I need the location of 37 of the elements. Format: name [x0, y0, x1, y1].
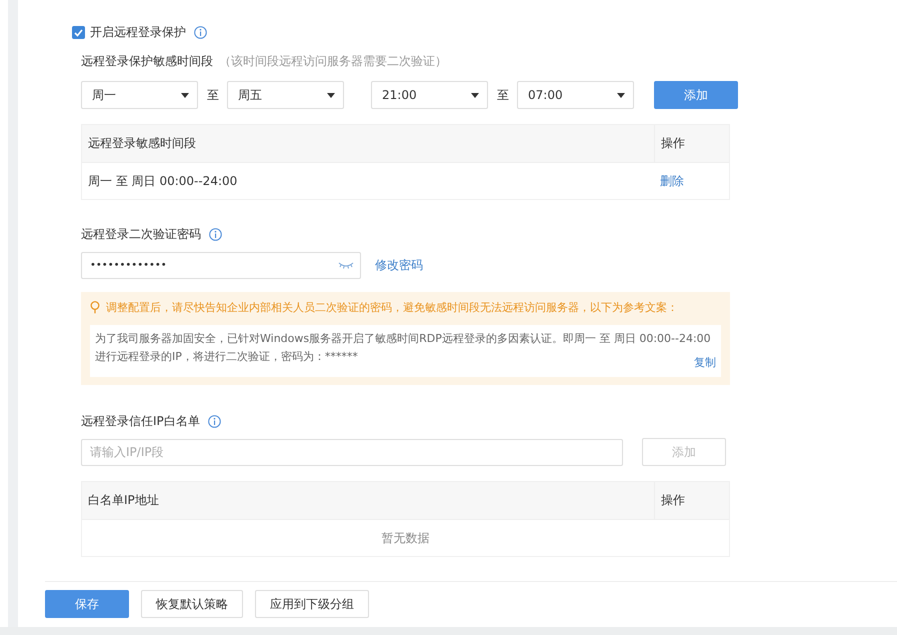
caret-icon: [617, 92, 625, 98]
caret-icon: [471, 92, 479, 98]
dropdown[interactable]: 周五: [227, 81, 344, 109]
ip-input-field[interactable]: 请输入IP/IP段: [81, 438, 623, 466]
section-label: 远程登录保护敏感时间段: [81, 53, 213, 70]
section-label: 远程登录信任IP白名单: [81, 413, 200, 430]
template-text: 进行远程登录的IP，将进行二次验证，密码为：******: [95, 349, 358, 365]
hint-text: （该时间段远程访问服务器需要二次验证）: [219, 53, 447, 70]
template-text: 为了我司服务器加固安全，已针对Windows服务器开启了敏感时间RDP远程登录的多因素认证。即周一 至 周日 00:00--24:00: [95, 331, 712, 347]
checkbox[interactable]: [72, 26, 85, 39]
notice-message: 调整配置后，请尽快告知企业内部相关人员二次验证的密码，避免敏感时间段无法远程访问服务器，以下为参考文案：: [106, 300, 678, 315]
caret-icon: [327, 92, 335, 98]
checkbox-label: 开启远程登录保护: [90, 24, 186, 41]
action-button[interactable]: 应用到下级分组: [255, 590, 369, 618]
copy-link[interactable]: 复制: [694, 354, 716, 372]
change-password-link[interactable]: 修改密码: [375, 257, 423, 274]
empty-text: 暂无数据: [382, 530, 430, 546]
closed-eye-icon[interactable]: [338, 262, 354, 270]
dropdown[interactable]: 周一: [81, 81, 198, 109]
separator-text: 至: [207, 86, 219, 104]
column-header: 远程登录敏感时间段: [87, 135, 197, 152]
info-icon[interactable]: [208, 415, 221, 428]
info-icon[interactable]: [194, 26, 207, 39]
section-label: 远程登录二次验证密码: [81, 226, 201, 243]
column-header: 操作: [654, 125, 729, 162]
separator-text: 至: [497, 86, 509, 104]
delete-link[interactable]: 删除: [660, 172, 684, 190]
password-field[interactable]: •••••••••••••: [81, 252, 361, 279]
column-header: 操作: [654, 482, 729, 519]
dropdown[interactable]: 21:00: [371, 81, 488, 109]
action-button[interactable]: 恢复默认策略: [141, 590, 243, 618]
column-header: 白名单IP地址: [87, 492, 160, 509]
caret-icon: [181, 92, 189, 98]
info-icon[interactable]: [209, 228, 222, 241]
dropdown[interactable]: 07:00: [517, 81, 634, 109]
table-cell-text: 周一 至 周日 00:00--24:00: [87, 172, 238, 190]
lightbulb-icon: [90, 301, 100, 314]
